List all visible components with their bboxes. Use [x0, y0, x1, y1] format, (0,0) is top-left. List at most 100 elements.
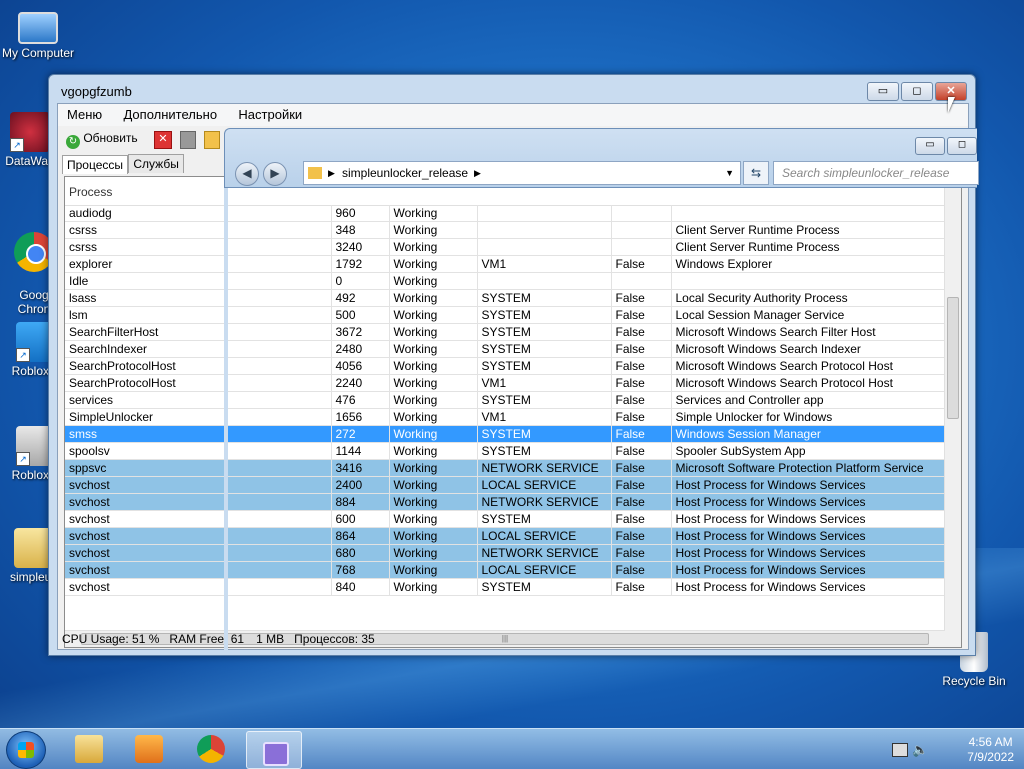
kill-process-icon[interactable]: ✕ — [154, 131, 172, 149]
cell-username: SYSTEM — [477, 306, 612, 324]
cell-status: Working — [389, 527, 478, 545]
taskbar-simpleunlocker[interactable] — [246, 731, 302, 769]
explorer-window-edge — [224, 186, 228, 654]
network-icon[interactable] — [892, 743, 908, 757]
table-row[interactable]: SearchFilterHost 3672 Working SYSTEM False Mi… — [65, 323, 946, 341]
cell-id: 272 — [331, 425, 390, 443]
table-row[interactable]: svchost 840 Working SYSTEM False Host Process… — [65, 578, 946, 596]
cell-description: Host Process for Windows Services — [671, 578, 946, 596]
tab-services[interactable]: Службы — [128, 154, 184, 173]
table-row[interactable]: services 476 Working SYSTEM False Services an… — [65, 391, 946, 409]
column-header-process[interactable]: Process — [69, 185, 112, 199]
forward-button[interactable]: ▶ — [263, 162, 287, 186]
table-row[interactable]: sppsvc 3416 Working NETWORK SERVICE False Mic… — [65, 459, 946, 477]
cell-status: Working — [389, 493, 478, 511]
minimize-button[interactable]: ▭ — [867, 82, 899, 101]
cell-description: Host Process for Windows Services — [671, 527, 946, 545]
table-row[interactable]: audiodg 960 Working — [65, 205, 946, 222]
cell-process: svchost — [65, 510, 332, 528]
process-list[interactable]: Process audiodg 960 Working csrss 348 Working… — [64, 176, 962, 648]
address-bar[interactable]: ▶ simpleunlocker_release ▶ ▼ — [303, 161, 741, 185]
cell-username: NETWORK SERVICE — [477, 493, 612, 511]
cell-critical: False — [611, 425, 672, 443]
explorer-maximize-button[interactable]: ◻ — [947, 137, 977, 155]
explorer-refresh-button[interactable]: ⇆ — [743, 161, 769, 185]
ram-free-rest: 1 MB — [256, 632, 285, 646]
folder-icon[interactable] — [204, 131, 220, 149]
cell-critical: False — [611, 408, 672, 426]
volume-icon[interactable]: 🔈 — [912, 742, 928, 758]
cell-critical: False — [611, 476, 672, 494]
table-row[interactable]: svchost 768 Working LOCAL SERVICE False Host … — [65, 561, 946, 579]
cell-critical: False — [611, 357, 672, 375]
cell-description: Windows Explorer — [671, 255, 946, 273]
explorer-search-input[interactable]: Search simpleunlocker_release — [773, 161, 979, 185]
windows-logo-icon — [18, 742, 34, 758]
cell-critical — [611, 221, 672, 239]
cell-username: NETWORK SERVICE — [477, 544, 612, 562]
table-row[interactable]: svchost 600 Working SYSTEM False Host Process… — [65, 510, 946, 528]
menu-item-advanced[interactable]: Дополнительно — [114, 104, 226, 125]
table-row[interactable]: svchost 680 Working NETWORK SERVICE False Hos… — [65, 544, 946, 562]
forward-arrow-icon: ▶ — [270, 166, 280, 180]
cell-username: LOCAL SERVICE — [477, 476, 612, 494]
cell-status: Working — [389, 306, 478, 324]
cpu-usage: CPU Usage: 51 % — [62, 632, 160, 646]
cell-critical: False — [611, 561, 672, 579]
back-button[interactable]: ◀ — [235, 162, 259, 186]
menu-item-settings[interactable]: Настройки — [229, 104, 311, 125]
table-row[interactable]: spoolsv 1144 Working SYSTEM False Spooler Sub… — [65, 442, 946, 460]
vertical-scroll-thumb[interactable] — [947, 297, 959, 419]
toolbar: ↻ Обновить ✕ — [58, 128, 228, 150]
tab-processes[interactable]: Процессы — [62, 155, 129, 174]
menu-item-menu[interactable]: Меню — [58, 104, 111, 125]
address-dropdown-icon[interactable]: ▼ — [725, 168, 734, 178]
table-row[interactable]: lsm 500 Working SYSTEM False Local Session Ma… — [65, 306, 946, 324]
taskbar-media-player[interactable] — [122, 731, 176, 767]
refresh-button[interactable]: ↻ Обновить — [66, 131, 138, 149]
cell-status: Working — [389, 578, 478, 596]
table-row[interactable]: csrss 348 Working Client Server Runtime Pro… — [65, 221, 946, 239]
maximize-button[interactable]: ◻ — [901, 82, 933, 101]
cell-process: svchost — [65, 578, 332, 596]
taskbar-explorer[interactable] — [62, 731, 116, 767]
cell-status: Working — [389, 476, 478, 494]
explorer-minimize-button[interactable]: ▭ — [915, 137, 945, 155]
cell-status: Working — [389, 561, 478, 579]
table-row[interactable]: csrss 3240 Working Client Server Runtime Pr… — [65, 238, 946, 256]
cell-description: Host Process for Windows Services — [671, 510, 946, 528]
table-row[interactable]: svchost 2400 Working LOCAL SERVICE False Host… — [65, 476, 946, 494]
cell-username: SYSTEM — [477, 442, 612, 460]
table-row[interactable]: SearchProtocolHost 4056 Working SYSTEM False… — [65, 357, 946, 375]
cell-username — [477, 205, 612, 222]
vertical-scrollbar[interactable] — [944, 177, 961, 647]
clock[interactable]: 4:56 AM 7/9/2022 — [967, 735, 1014, 765]
table-row[interactable]: SimpleUnlocker 1656 Working VM1 False Simple … — [65, 408, 946, 426]
cell-id: 680 — [331, 544, 390, 562]
breadcrumb-chevron-icon: ▶ — [474, 168, 481, 178]
table-row[interactable]: svchost 884 Working NETWORK SERVICE False Hos… — [65, 493, 946, 511]
cell-critical: False — [611, 510, 672, 528]
cell-status: Working — [389, 289, 478, 307]
cell-id: 2400 — [331, 476, 390, 494]
cell-process: SearchProtocolHost — [65, 374, 332, 392]
table-row[interactable]: lsass 492 Working SYSTEM False Local Security… — [65, 289, 946, 307]
table-row[interactable]: SearchIndexer 2480 Working SYSTEM False Micro… — [65, 340, 946, 358]
cell-status: Working — [389, 238, 478, 256]
desktop-icon-my-computer[interactable]: My Computer — [0, 8, 76, 60]
table-row[interactable]: explorer 1792 Working VM1 False Windows Explo… — [65, 255, 946, 273]
table-row[interactable]: smss 272 Working SYSTEM False Windows Session… — [65, 425, 946, 443]
table-row[interactable]: Idle 0 Working — [65, 272, 946, 290]
start-button[interactable] — [6, 731, 46, 769]
taskbar-chrome[interactable] — [184, 731, 238, 767]
table-row[interactable]: svchost 864 Working LOCAL SERVICE False Host … — [65, 527, 946, 545]
address-path: simpleunlocker_release — [342, 166, 469, 180]
cell-username: VM1 — [477, 255, 612, 273]
pause-icon[interactable] — [180, 131, 196, 149]
cell-description: Microsoft Windows Search Filter Host — [671, 323, 946, 341]
table-row[interactable]: SearchProtocolHost 2240 Working VM1 False Mic… — [65, 374, 946, 392]
mouse-cursor-icon — [948, 97, 962, 113]
clock-time: 4:56 AM — [968, 735, 1013, 749]
clock-date: 7/9/2022 — [967, 750, 1014, 764]
system-tray: 🔈 4:56 AM 7/9/2022 — [884, 733, 1014, 765]
